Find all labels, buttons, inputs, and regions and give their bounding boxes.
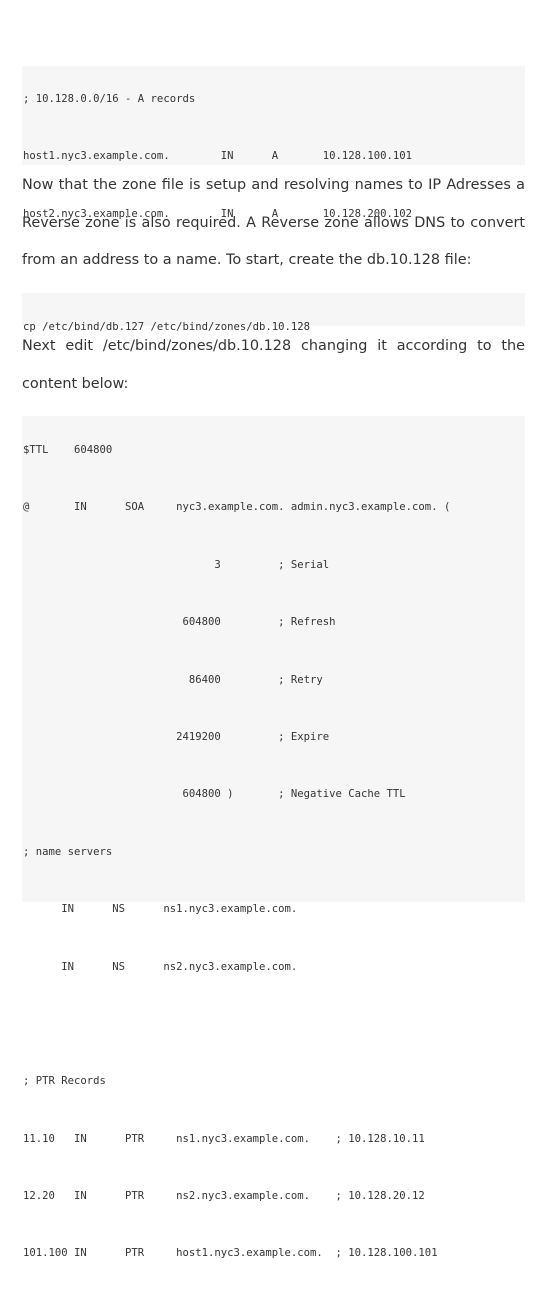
code-line: 604800 ) ; Negative Cache TTL <box>23 788 406 801</box>
code-line: IN NS ns1.nyc3.example.com. <box>23 903 298 916</box>
code-line: 3 ; Serial <box>23 558 330 571</box>
a-records-code-block: ; 10.128.0.0/16 - A records host1.nyc3.e… <box>22 66 525 220</box>
code-line: 604800 ; Refresh <box>23 616 336 629</box>
reverse-zone-intro-paragraph: Now that the zone file is setup and reso… <box>22 177 525 268</box>
edit-instruction-paragraph: Next edit /etc/bind/zones/db.10.128 chan… <box>22 338 525 392</box>
copy-command-code-block: cp /etc/bind/db.127 /etc/bind/zones/db.1… <box>22 293 525 333</box>
code-line: 11.10 IN PTR ns1.nyc3.example.com. ; 10.… <box>23 1132 425 1145</box>
code-line: ; 10.128.0.0/16 - A records <box>23 93 196 105</box>
code-line: ; name servers <box>23 845 113 858</box>
code-line: $TTL 604800 <box>23 444 113 456</box>
reverse-zone-code-block: $TTL 604800 @ IN SOA nyc3.example.com. a… <box>22 416 525 1259</box>
code-line: IN NS ns2.nyc3.example.com. <box>23 960 298 973</box>
code-line: 2419200 ; Expire <box>23 730 330 743</box>
code-line: ; PTR Records <box>23 1075 106 1088</box>
code-line: @ IN SOA nyc3.example.com. admin.nyc3.ex… <box>23 501 451 514</box>
code-line: 86400 ; Retry <box>23 673 323 686</box>
code-line: 12.20 IN PTR ns2.nyc3.example.com. ; 10.… <box>23 1190 425 1203</box>
code-line: 101.100 IN PTR host1.nyc3.example.com. ;… <box>23 1247 438 1260</box>
